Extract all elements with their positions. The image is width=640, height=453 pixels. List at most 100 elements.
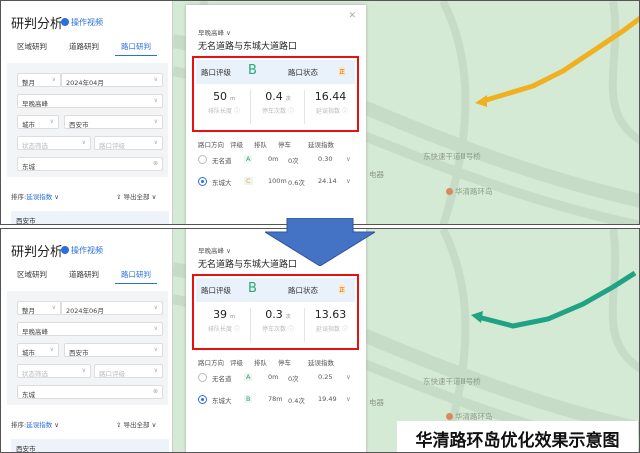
direction-queue: 78m bbox=[268, 395, 283, 403]
sort-label: 排序: bbox=[11, 421, 27, 429]
panel-title: 研判分析 bbox=[11, 17, 64, 32]
peak-select[interactable]: 早晚高峰 ∨ bbox=[17, 94, 163, 108]
play-icon bbox=[61, 18, 69, 26]
expand-chevron-icon[interactable]: ∨ bbox=[346, 177, 351, 185]
direction-header: 延误指数 bbox=[308, 141, 334, 149]
city-select[interactable]: 西安市 ∨ bbox=[64, 115, 163, 129]
search-input[interactable]: 东城 ⊗ bbox=[17, 385, 163, 399]
arrow-down-icon bbox=[265, 218, 375, 266]
month-select[interactable]: 2024年06月 ∨ bbox=[61, 301, 163, 315]
grade-filter-select[interactable]: 路口评级 ∨ bbox=[94, 364, 163, 378]
direction-row[interactable]: 无名道 A 0m 0次 0.25 ∨ bbox=[198, 373, 358, 387]
video-link[interactable]: 操作视频 bbox=[61, 245, 103, 256]
direction-radio[interactable] bbox=[198, 373, 207, 382]
direction-radio[interactable] bbox=[198, 177, 207, 186]
filter-panel: 整月 ∨ 2024年06月 ∨ 早晚高峰 ∨ 城市 ∨ 西安市 ∨ 状态筛选 ∨ 路口评级 ∨ 东城… bbox=[7, 291, 168, 405]
status-filter-select[interactable]: 状态筛选 ∨ bbox=[17, 364, 91, 378]
export-label: 导出全部 bbox=[123, 421, 150, 429]
metric-unit: 次 bbox=[285, 314, 291, 320]
metric-value: 39 bbox=[213, 308, 228, 321]
tab-intersection[interactable]: 路口研判 bbox=[115, 41, 157, 56]
route-arrow-icon bbox=[471, 311, 483, 323]
status-filter-select-value: 状态筛选 bbox=[22, 370, 48, 378]
grade-value: B bbox=[248, 63, 257, 78]
direction-radio[interactable] bbox=[198, 155, 207, 164]
metric-label: 排队长度 bbox=[208, 326, 233, 333]
tab-road[interactable]: 道路研判 bbox=[69, 41, 99, 52]
poi-label: 华清路环岛 bbox=[455, 187, 493, 196]
period-select-value: 整月 bbox=[22, 307, 35, 315]
search-input[interactable]: 东城 ⊗ bbox=[17, 157, 163, 171]
chevron-down-icon: ∨ bbox=[153, 118, 158, 125]
scope-select[interactable]: 城市 ∨ bbox=[17, 115, 59, 129]
sort-value: 延误指数 bbox=[26, 421, 53, 429]
tab-intersection[interactable]: 路口研判 bbox=[115, 269, 157, 284]
grade-filter-select[interactable]: 路口评级 ∨ bbox=[94, 136, 163, 150]
direction-delay: 19.49 bbox=[318, 395, 337, 403]
map-label-partial: 电器 bbox=[369, 398, 384, 407]
city-select-value: 西安市 bbox=[69, 349, 89, 357]
export-button[interactable]: ⇪ 导出全部 ∨ bbox=[116, 419, 156, 429]
map-poi[interactable]: 华清路环岛 bbox=[446, 186, 493, 197]
metric-unit: 次 bbox=[285, 96, 291, 102]
status-filter-select[interactable]: 状态筛选 ∨ bbox=[17, 136, 91, 150]
peak-value: 早晚高峰 bbox=[198, 247, 224, 255]
sort-control[interactable]: 排序:延误指数 ∨ bbox=[11, 419, 59, 429]
direction-queue: 0m bbox=[268, 373, 279, 381]
direction-row[interactable]: 东城大 B 78m 0.4次 19.49 ∨ bbox=[198, 395, 358, 409]
grade-value: B bbox=[248, 281, 257, 296]
export-button[interactable]: ⇪ 导出全部 ∨ bbox=[116, 191, 156, 201]
peak-select[interactable]: 早晚高峰 ∨ bbox=[17, 322, 163, 336]
expand-chevron-icon[interactable]: ∨ bbox=[346, 373, 351, 381]
direction-header: 停车 bbox=[278, 141, 291, 149]
chevron-down-icon: ∨ bbox=[51, 76, 56, 83]
chevron-down-icon: ∨ bbox=[153, 304, 158, 311]
direction-row[interactable]: 东城大 C 100m 0.6次 24.14 ∨ bbox=[198, 177, 358, 191]
metric-value: 50 bbox=[213, 90, 228, 103]
metric-label: 延误指数 bbox=[316, 108, 341, 115]
tab-area[interactable]: 区域研判 bbox=[17, 41, 47, 52]
metric: 0.4 次停车次数 ⓘ bbox=[262, 90, 294, 115]
tab-road[interactable]: 道路研判 bbox=[69, 269, 99, 280]
month-select-value: 2024年04月 bbox=[66, 79, 104, 87]
video-link[interactable]: 操作视频 bbox=[61, 17, 103, 28]
scope-select[interactable]: 城市 ∨ bbox=[17, 343, 59, 357]
close-icon[interactable]: ✕ bbox=[348, 11, 356, 21]
play-icon bbox=[61, 246, 69, 254]
metric-value: 13.63 bbox=[314, 308, 347, 321]
expand-chevron-icon[interactable]: ∨ bbox=[346, 395, 351, 403]
city-select[interactable]: 西安市 ∨ bbox=[64, 343, 163, 357]
sort-control[interactable]: 排序:延误指数 ∨ bbox=[11, 191, 59, 201]
metric-value: 0.3 bbox=[265, 308, 283, 321]
month-select[interactable]: 2024年04月 ∨ bbox=[61, 73, 163, 87]
filter-panel: 整月 ∨ 2024年04月 ∨ 早晚高峰 ∨ 城市 ∨ 西安市 ∨ 状态筛选 ∨ 路口评级 ∨ 东城… bbox=[7, 63, 168, 177]
city-select-value: 西安市 bbox=[69, 121, 89, 129]
chevron-down-icon: ∨ bbox=[51, 304, 56, 311]
direction-radio[interactable] bbox=[198, 395, 207, 404]
peak-dropdown[interactable]: 早晚高峰 ∨ bbox=[198, 27, 231, 37]
direction-header: 路口方向 bbox=[198, 359, 224, 367]
city-group-header[interactable]: 西安市 bbox=[11, 439, 169, 452]
metric-label: 延误指数 bbox=[316, 326, 341, 333]
clear-icon[interactable]: ⊗ bbox=[153, 160, 158, 167]
clear-icon[interactable]: ⊗ bbox=[153, 388, 158, 395]
expand-chevron-icon[interactable]: ∨ bbox=[346, 155, 351, 163]
direction-stops: 0.4次 bbox=[288, 397, 305, 405]
direction-grade: C bbox=[244, 177, 253, 185]
month-select-value: 2024年06月 bbox=[66, 307, 104, 315]
metric: 50 m 排队长度 ⓘ bbox=[208, 90, 240, 115]
grade-label: 路口评级 bbox=[201, 68, 231, 77]
period-select[interactable]: 整月 ∨ bbox=[17, 73, 61, 87]
tab-area[interactable]: 区域研判 bbox=[17, 269, 47, 280]
direction-row[interactable]: 无名道 A 0m 0次 0.30 ∨ bbox=[198, 155, 358, 169]
video-label: 操作视频 bbox=[71, 18, 103, 27]
city-group-header[interactable]: 西安市 bbox=[11, 211, 169, 224]
route-arrow-icon bbox=[475, 95, 487, 107]
sort-value: 延误指数 bbox=[26, 193, 53, 201]
map-label-partial: 电器 bbox=[369, 170, 384, 179]
period-select[interactable]: 整月 ∨ bbox=[17, 301, 61, 315]
peak-dropdown[interactable]: 早晚高峰 ∨ bbox=[198, 245, 231, 255]
metric-value: 16.44 bbox=[314, 90, 347, 103]
analysis-sidebar: 研判分析 操作视频 区域研判 道路研判 路口研判 整月 ∨ 2024年04月 ∨ 早晚… bbox=[1, 1, 173, 224]
direction-grade: A bbox=[244, 373, 253, 381]
